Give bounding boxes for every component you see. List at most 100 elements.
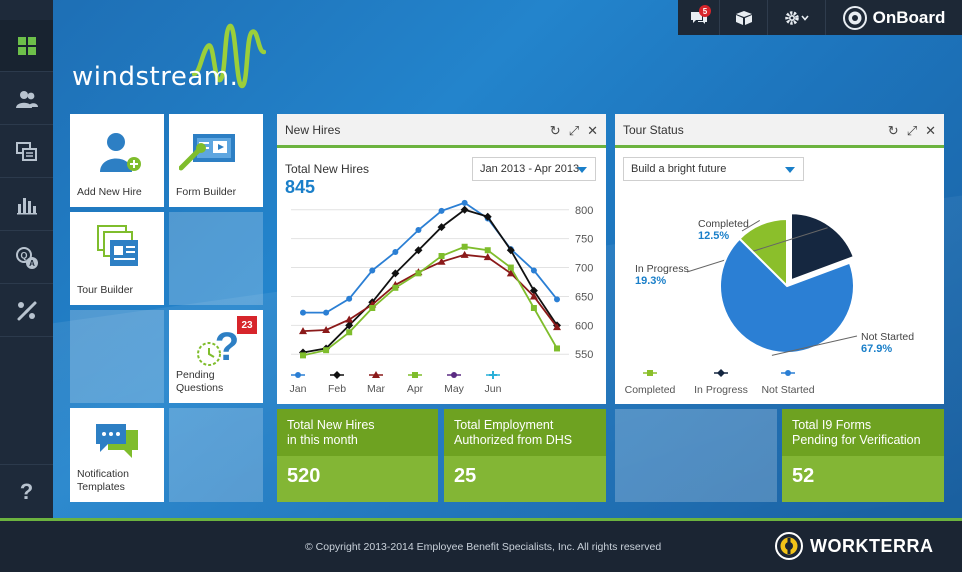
widget-header: New Hires ↻ ⤢ ✕ (277, 114, 606, 148)
stat-label: in this month (287, 433, 358, 447)
x-tick-label: Mar (367, 383, 386, 395)
stat-new-hires-month[interactable]: Total New Hires in this month 520 (277, 409, 438, 502)
top-bar: 5 OnBoard (678, 0, 962, 35)
logo-text: windstream. (72, 62, 239, 92)
y-tick-label: 550 (575, 349, 593, 361)
stat-label: Total New Hires (287, 418, 375, 432)
tile-label: Tour Builder (77, 284, 134, 296)
chat-bubbles-icon (96, 424, 138, 458)
legend-label: Completed (625, 384, 676, 396)
data-point (346, 295, 353, 302)
notification-templates-tile[interactable]: Notification Templates (70, 408, 164, 502)
tile-label: Notification Templates (77, 468, 129, 493)
sidebar-item-tools[interactable] (0, 285, 53, 337)
form-builder-icon (179, 134, 235, 171)
x-tick-label: Apr (407, 383, 424, 395)
stat-label: Total Employment (454, 418, 554, 432)
data-point (345, 315, 354, 323)
data-point (369, 305, 376, 311)
footer: © Copyright 2013-2014 Employee Benefit S… (0, 521, 962, 572)
data-point (461, 243, 468, 250)
windstream-logo: windstream. (72, 22, 272, 102)
data-point (392, 284, 399, 291)
close-icon[interactable]: ✕ (587, 123, 598, 139)
chat-button[interactable]: 5 (678, 0, 720, 35)
new-hires-widget: New Hires ↻ ⤢ ✕ Total New Hires 845 Jan … (277, 114, 606, 404)
tour-builder-icon (97, 225, 138, 266)
sidebar-item-dashboard[interactable] (0, 20, 53, 72)
y-tick-label: 650 (575, 291, 593, 303)
bar-chart-icon (16, 197, 37, 214)
sidebar: Q A ? (0, 0, 53, 572)
copyright-text: © Copyright 2013-2014 Employee Benefit S… (305, 541, 662, 553)
caret-down-icon (577, 167, 587, 173)
tour-builder-tile[interactable]: Tour Builder (70, 212, 164, 305)
tile-label: Form Builder (176, 186, 237, 198)
data-point (554, 296, 560, 303)
expand-icon[interactable]: ⤢ (907, 123, 917, 139)
x-tick-label: Feb (328, 383, 346, 395)
data-point (484, 247, 491, 254)
data-point (438, 253, 445, 259)
data-point (369, 267, 376, 274)
sidebar-item-search[interactable]: Q A (0, 232, 53, 284)
x-tick-label: Jun (485, 383, 502, 395)
help-icon: ? (19, 478, 34, 504)
tile-label: Add New Hire (77, 186, 142, 198)
stat-i9-pending[interactable]: Total I9 Forms Pending for Verification 5… (782, 409, 944, 502)
series-line (302, 253, 558, 332)
app-name: OnBoard (872, 7, 946, 27)
stat-value: 520 (287, 465, 321, 487)
data-point (300, 309, 306, 316)
sidebar-item-screens[interactable] (0, 126, 53, 178)
data-point (346, 329, 353, 336)
data-point (438, 207, 445, 214)
close-icon[interactable]: ✕ (925, 123, 936, 139)
empty-tile (169, 212, 263, 305)
x-tick-label: May (444, 383, 465, 395)
x-tick-label: Jan (290, 383, 307, 395)
gear-icon (784, 10, 809, 25)
slice-value-label: 19.3% (635, 275, 666, 287)
slice-name-label: In Progress (635, 263, 689, 275)
form-builder-tile[interactable]: Form Builder (169, 114, 263, 207)
box-icon (735, 10, 752, 25)
svg-text:?: ? (215, 328, 239, 368)
help-button[interactable]: ? (0, 464, 53, 518)
widget-title: New Hires (285, 122, 341, 137)
refresh-icon[interactable]: ↻ (888, 123, 899, 139)
data-point (415, 227, 422, 233)
screens-icon (15, 141, 37, 161)
question-clock-icon: ? (197, 328, 239, 368)
expand-icon[interactable]: ⤢ (569, 123, 579, 139)
empty-tile (169, 408, 263, 502)
stat-label: Pending for Verification (792, 433, 921, 447)
tour-select[interactable]: Build a bright future (623, 157, 804, 181)
stat-employment-dhs[interactable]: Total Employment Authorized from DHS 25 (444, 409, 606, 502)
dashboard-icon (17, 36, 36, 55)
widget-header: Tour Status ↻ ⤢ ✕ (615, 114, 944, 148)
stat-label: Authorized from DHS (454, 433, 573, 447)
date-range-value: Jan 2013 - Apr 2013 (480, 163, 580, 175)
search-person-icon: Q A (15, 246, 38, 269)
svg-text:A: A (29, 259, 35, 268)
users-icon (15, 90, 38, 108)
slice-name-label: Not Started (861, 331, 914, 343)
y-tick-label: 750 (575, 234, 593, 246)
onboard-logo-icon (842, 5, 867, 30)
chat-badge: 5 (699, 5, 711, 17)
new-hires-line-chart: 550 600 650 700 750 800 Jan Feb Mar Apr May Jun (290, 199, 593, 395)
settings-button[interactable] (768, 0, 826, 35)
refresh-icon[interactable]: ↻ (550, 123, 561, 139)
sidebar-item-reports[interactable] (0, 179, 53, 231)
add-new-hire-tile[interactable]: Add New Hire (70, 114, 164, 207)
onboard-brand[interactable]: OnBoard (826, 0, 962, 35)
empty-tile (70, 310, 164, 403)
sidebar-item-users[interactable] (0, 73, 53, 125)
package-button[interactable] (720, 0, 768, 35)
pending-questions-tile[interactable]: 23 ? Pending Questions (169, 310, 263, 403)
data-point (507, 264, 514, 271)
tour-select-value: Build a bright future (631, 163, 727, 175)
date-range-select[interactable]: Jan 2013 - Apr 2013 (472, 157, 596, 181)
data-point (392, 248, 399, 255)
